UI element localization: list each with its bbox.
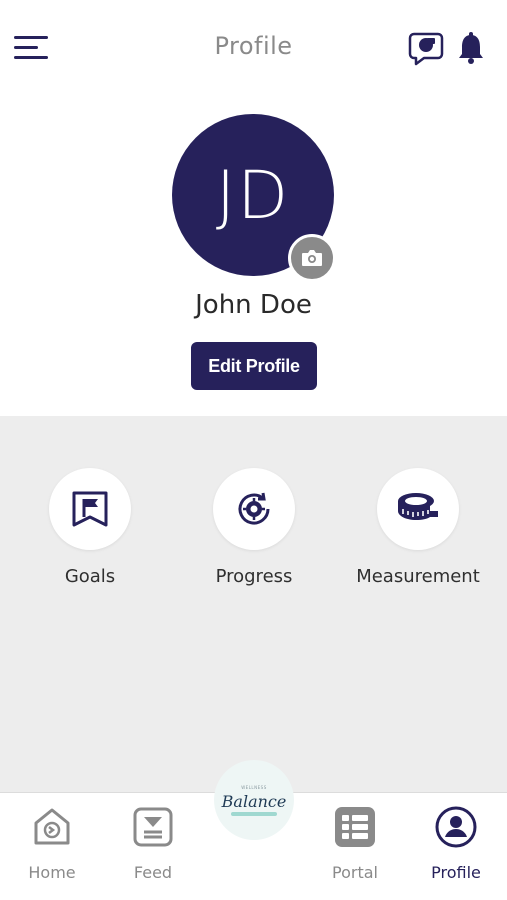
feed-icon — [131, 805, 175, 849]
measurement-button[interactable]: Measurement — [338, 468, 498, 587]
balance-logo-tagline: WELLNESS — [241, 784, 267, 790]
nav-portal-label: Portal — [332, 863, 378, 882]
nav-item-home[interactable]: Home — [12, 805, 92, 882]
measurement-label: Measurement — [356, 566, 480, 587]
bell-icon[interactable] — [456, 30, 486, 66]
camera-icon[interactable] — [288, 234, 336, 282]
nav-item-profile[interactable]: Profile — [416, 805, 496, 882]
goals-button[interactable]: Goals — [10, 468, 170, 587]
edit-profile-button[interactable]: Edit Profile — [191, 342, 317, 390]
progress-cycle-icon — [213, 468, 295, 550]
balance-logo-stroke — [231, 811, 277, 816]
measuring-tape-icon — [377, 468, 459, 550]
balance-logo-button[interactable]: WELLNESS Balance — [214, 760, 294, 840]
goals-label: Goals — [64, 566, 116, 587]
user-name: John Doe — [195, 290, 312, 320]
nav-feed-label: Feed — [133, 863, 173, 882]
progress-button[interactable]: Progress — [174, 468, 334, 587]
nav-item-feed[interactable]: Feed — [113, 805, 193, 882]
nav-home-label: Home — [28, 863, 76, 882]
balance-logo-text: Balance — [221, 791, 287, 811]
user-icon — [434, 805, 478, 849]
nav-profile-label: Profile — [431, 863, 481, 882]
quick-actions-panel: Goals Progress Measurement — [0, 416, 507, 792]
home-icon — [30, 805, 74, 849]
avatar-initials: JD — [215, 156, 291, 234]
flag-icon — [49, 468, 131, 550]
chat-bubble-icon[interactable] — [408, 30, 444, 66]
progress-label: Progress — [215, 566, 293, 587]
nav-item-portal[interactable]: Portal — [315, 805, 395, 882]
portal-icon — [333, 805, 377, 849]
top-app-bar: Profile — [0, 0, 507, 100]
